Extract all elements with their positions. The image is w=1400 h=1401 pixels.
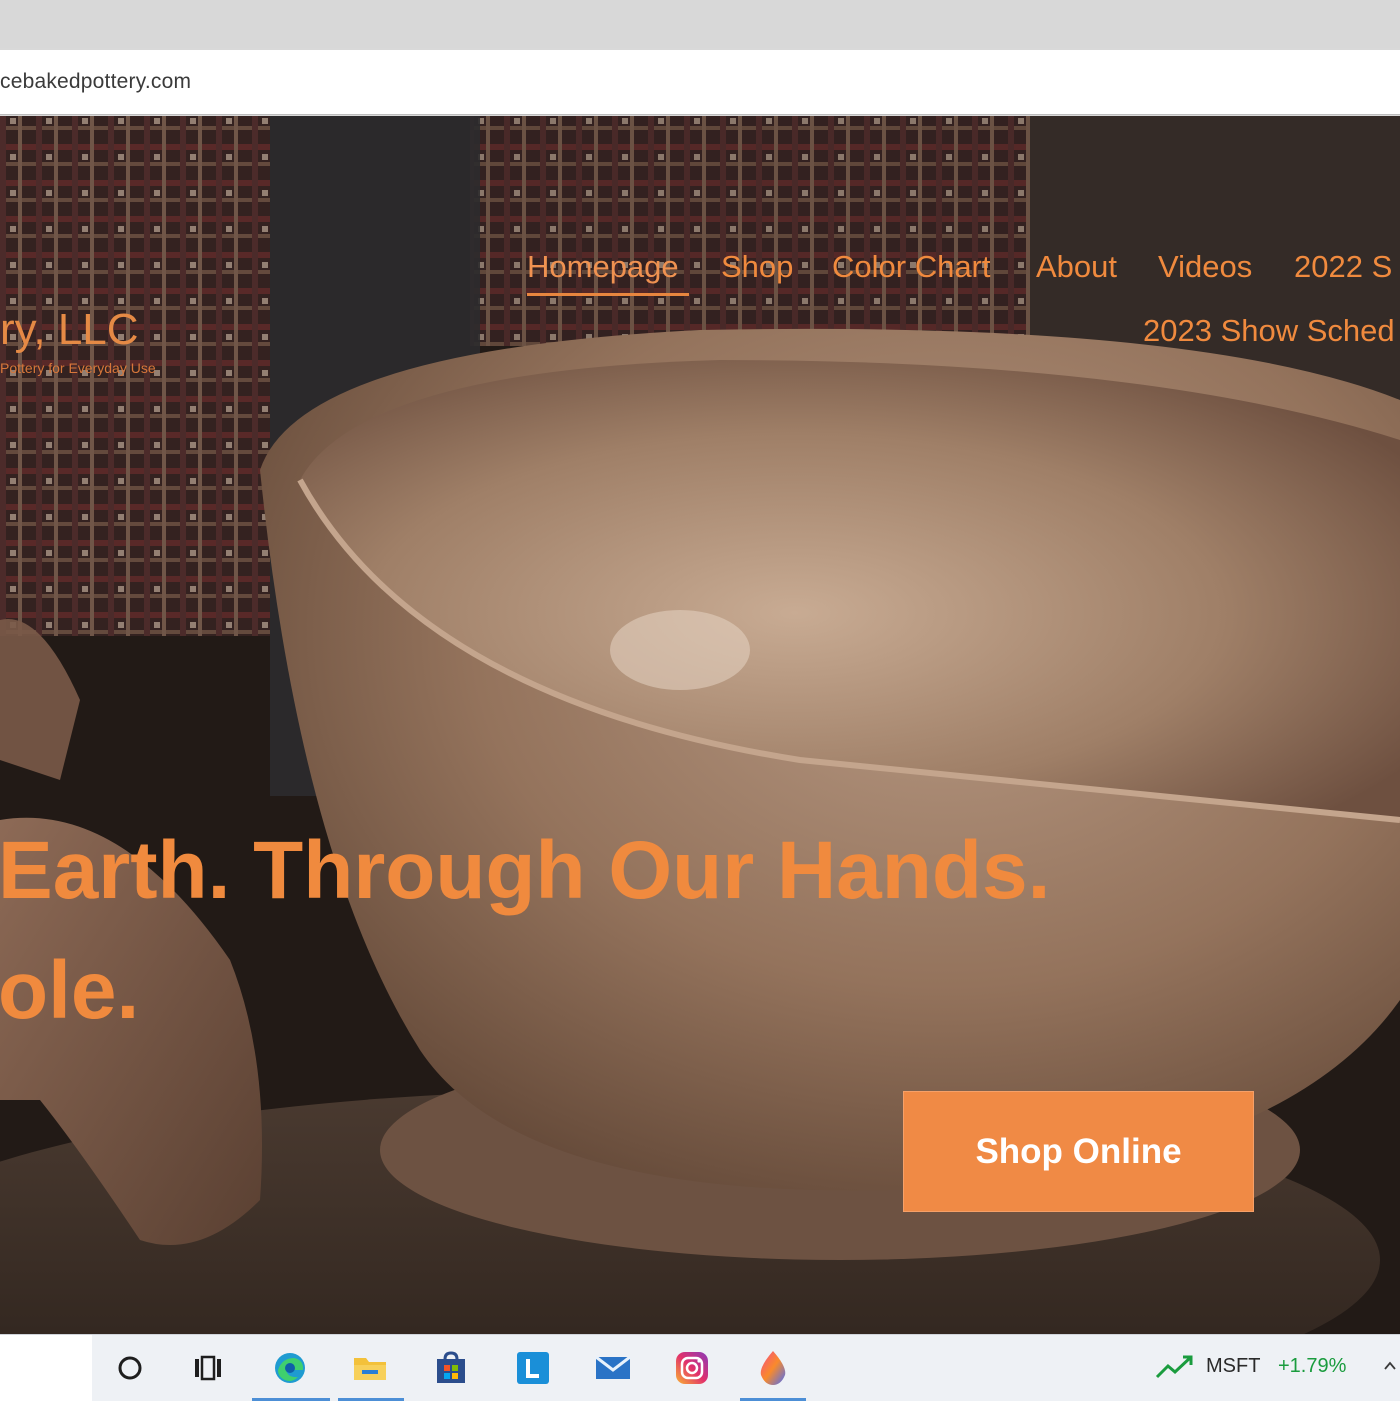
instagram-icon[interactable]: [669, 1345, 715, 1391]
nav-homepage[interactable]: Homepage: [527, 249, 679, 285]
stock-change: +1.79%: [1278, 1355, 1347, 1377]
nav-about[interactable]: About: [1036, 249, 1117, 285]
taskbar-search-area[interactable]: [0, 1335, 92, 1401]
windows-taskbar: MSFT +1.79%: [0, 1334, 1400, 1401]
l-app-icon[interactable]: [510, 1345, 556, 1391]
address-bar[interactable]: cebakedpottery.com: [0, 50, 1400, 115]
hero-headline-line1: Earth. Through Our Hands.: [0, 825, 1051, 916]
hero-headline-line2: ole.: [0, 945, 140, 1036]
nav-active-underline: [527, 293, 689, 296]
edge-icon[interactable]: [267, 1345, 313, 1391]
task-view-icon[interactable]: [185, 1345, 231, 1391]
nav-2023-show-schedule[interactable]: 2023 Show Sched: [1143, 313, 1395, 349]
file-explorer-icon[interactable]: [347, 1345, 393, 1391]
paint-drop-icon[interactable]: [750, 1345, 796, 1391]
nav-2022-shows[interactable]: 2022 S: [1294, 249, 1392, 285]
main-nav: Homepage Shop Color Chart About Videos 2…: [0, 244, 1400, 364]
nav-shop[interactable]: Shop: [721, 249, 793, 285]
url-text[interactable]: cebakedpottery.com: [0, 70, 191, 94]
stock-ticker: MSFT: [1206, 1355, 1261, 1377]
nav-videos[interactable]: Videos: [1158, 249, 1252, 285]
trending-up-icon: [1155, 1355, 1193, 1379]
shop-online-button[interactable]: Shop Online: [903, 1091, 1254, 1212]
nav-color-chart[interactable]: Color Chart: [832, 249, 991, 285]
microsoft-store-icon[interactable]: [428, 1345, 474, 1391]
mail-icon[interactable]: [590, 1345, 636, 1391]
cortana-icon[interactable]: [107, 1345, 153, 1391]
browser-tab-strip: [0, 0, 1400, 48]
chevron-up-icon[interactable]: [1383, 1359, 1397, 1373]
